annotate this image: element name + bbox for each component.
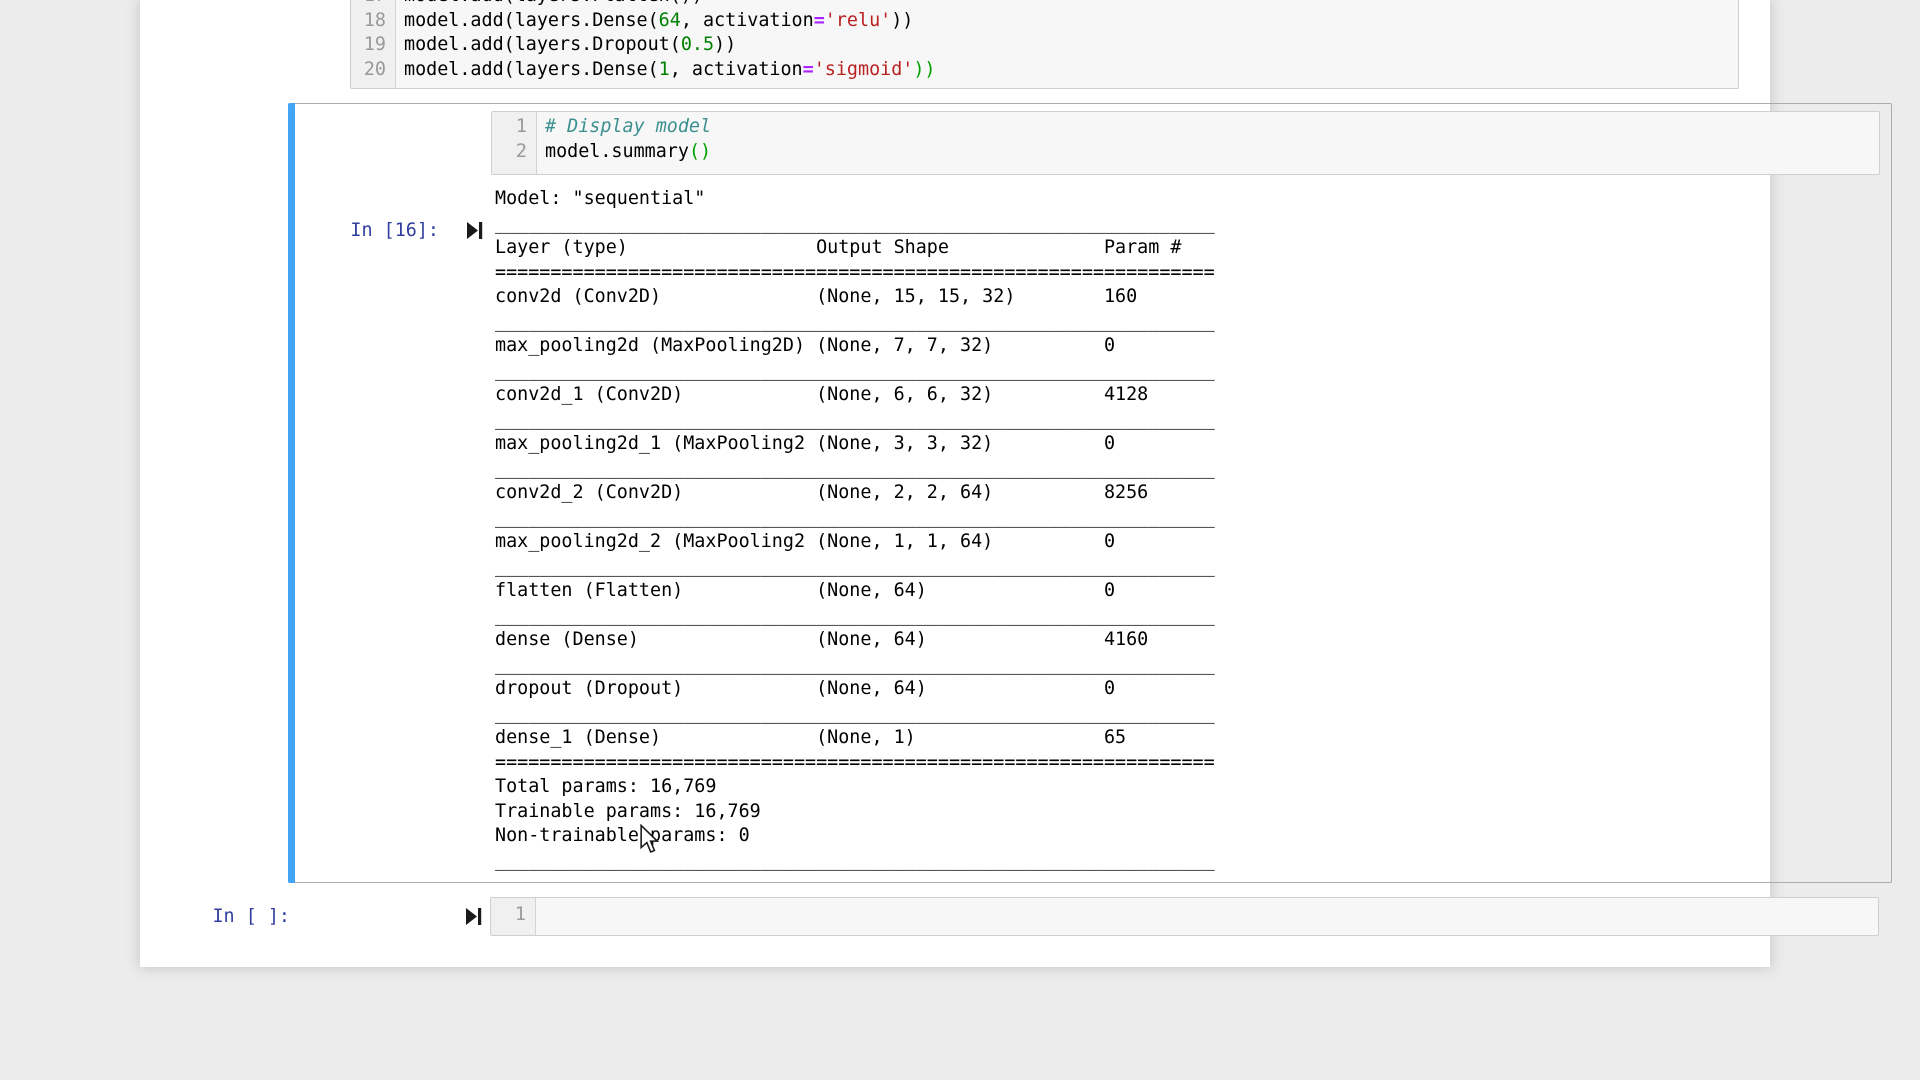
input-prompt[interactable]: In [ ]: (148, 905, 294, 930)
code-cell-active[interactable]: In [16]: 12 # Display model model.summary… (288, 103, 1892, 883)
code-token-plain: model.add(layers.Dense( (404, 10, 659, 31)
code-lines: # Display model model.summary() (537, 115, 1879, 164)
line-number: 2 (492, 140, 536, 165)
code-token-bracket: () (689, 141, 711, 162)
run-cell-icon[interactable] (466, 221, 483, 240)
code-line: model.add(layers.Dense(64, activation='r… (404, 9, 1738, 34)
notebook-container: 17181920 model.add(layers.Flatten())mode… (140, 0, 1770, 967)
line-number: 19 (351, 33, 395, 58)
line-number-gutter: 17181920 (351, 0, 396, 88)
code-area: model.add(layers.Flatten()) model.add(lay… (396, 0, 1738, 88)
model-summary-output: Model: "sequential" ____________________… (495, 187, 1215, 873)
input-prompt[interactable]: In [16]: (289, 219, 443, 244)
line-number: 1 (492, 115, 536, 140)
line-number-gutter: 1 (491, 898, 536, 935)
code-token-num: 1 (659, 59, 670, 80)
code-token-plain: )) (891, 10, 913, 31)
code-token-comment: # Display model (545, 116, 711, 137)
mouse-cursor (636, 824, 662, 854)
code-token-plain: model.add(layers.Dense( (404, 59, 659, 80)
code-token-num: 0.5 (681, 34, 714, 55)
code-editor-active[interactable]: 12 # Display model model.summary() (491, 111, 1880, 175)
code-token-plain: model.add(layers.Flatten()) (404, 0, 703, 6)
code-token-plain: model.add(layers.Dropout( (404, 34, 681, 55)
line-number: 18 (351, 9, 395, 34)
code-editor-empty[interactable]: 1 (490, 897, 1879, 936)
run-cell-icon[interactable] (465, 907, 482, 926)
code-line: model.add(layers.Dense(1, activation='si… (404, 58, 1738, 83)
code-line: model.add(layers.Flatten()) (404, 0, 1738, 9)
code-lines: model.add(layers.Flatten()) model.add(lay… (396, 0, 1738, 82)
code-line: model.summary() (545, 140, 1879, 165)
code-editor-previous[interactable]: 17181920 model.add(layers.Flatten())mode… (350, 0, 1739, 89)
code-token-bracket: )) (913, 59, 935, 80)
code-line: # Display model (545, 115, 1879, 140)
code-token-op: = (814, 10, 825, 31)
line-number: 1 (491, 903, 535, 928)
code-token-op: = (803, 59, 814, 80)
code-line: model.add(layers.Dropout(0.5)) (404, 33, 1738, 58)
code-token-plain: )) (714, 34, 736, 55)
code-token-plain: , activation (670, 59, 803, 80)
code-area (536, 898, 1878, 935)
code-token-str: 'relu' (825, 10, 891, 31)
code-token-num: 64 (659, 10, 681, 31)
line-number: 17 (351, 0, 395, 9)
code-area: # Display model model.summary() (537, 112, 1879, 174)
jupyter-notebook-page: 17181920 model.add(layers.Flatten())mode… (0, 0, 1920, 1080)
code-token-str: 'sigmoid' (814, 59, 914, 80)
line-number-gutter: 12 (492, 112, 537, 174)
line-number: 20 (351, 58, 395, 83)
code-token-plain: , activation (681, 10, 814, 31)
code-token-plain: model.summary (545, 141, 689, 162)
